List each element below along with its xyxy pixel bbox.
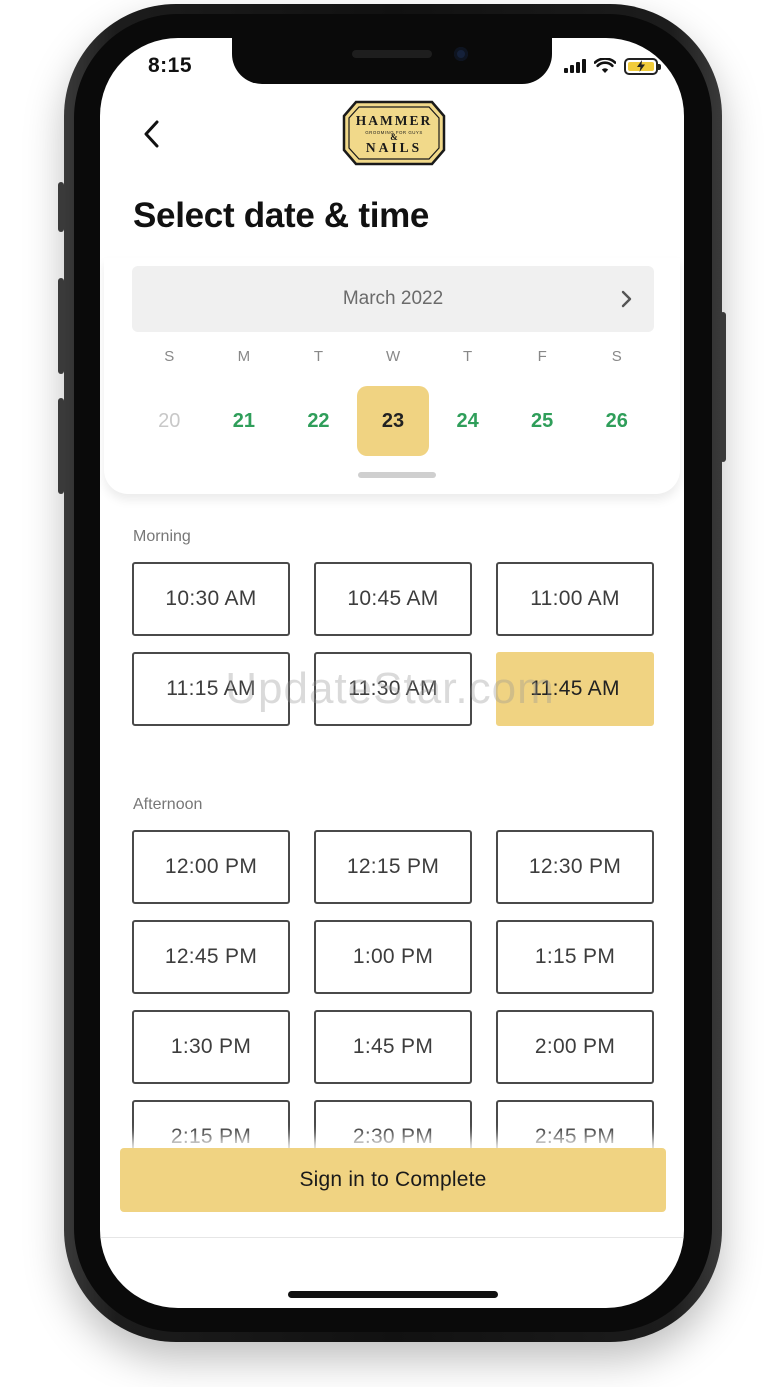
weekday-label: S [164, 348, 175, 365]
calendar-day-selected[interactable]: 23 [356, 386, 431, 456]
time-slot[interactable]: 10:45 AM [314, 562, 472, 636]
morning-section-label: Morning [133, 528, 191, 545]
time-slot[interactable]: 12:45 PM [132, 920, 290, 994]
logo-line2: NAILS [366, 140, 422, 155]
device-notch [232, 38, 552, 84]
hammer-and-nails-logo: HAMMER GROOMING FOR GUYS & NAILS [342, 100, 446, 166]
weekday-label: W [385, 348, 401, 365]
time-slot[interactable]: 12:15 PM [314, 830, 472, 904]
weekday-label: T [313, 348, 324, 365]
chevron-right-icon [621, 290, 632, 308]
calendar-day[interactable]: 22 [281, 386, 356, 456]
chevron-left-icon [144, 120, 159, 148]
mute-switch [58, 182, 64, 232]
time-slot[interactable]: 1:00 PM [314, 920, 472, 994]
weekday-label: F [537, 348, 547, 365]
time-slot[interactable]: 10:30 AM [132, 562, 290, 636]
calendar-day[interactable]: 21 [207, 386, 282, 456]
calendar-day[interactable]: 24 [430, 386, 505, 456]
bottom-divider [100, 1237, 684, 1238]
time-slot[interactable]: 1:30 PM [132, 1010, 290, 1084]
month-label: March 2022 [342, 288, 444, 309]
app-screen: 8:15 HAMMER GROOMING FOR GUYS & NAILS Se… [100, 38, 684, 1308]
month-selector: March 2022 [132, 266, 654, 332]
time-slot[interactable]: 1:15 PM [496, 920, 654, 994]
weekday-label: M [237, 348, 251, 365]
time-slot[interactable]: 12:30 PM [496, 830, 654, 904]
weekday-header: S M T W T F S [132, 348, 654, 365]
morning-time-slots: 10:30 AM 10:45 AM 11:00 AM 11:15 AM 11:3… [132, 562, 655, 726]
cellular-signal-icon [564, 59, 586, 73]
time-slot[interactable]: 11:15 AM [132, 652, 290, 726]
week-days-row: 20 21 22 23 24 25 26 [132, 386, 654, 456]
earpiece-speaker [352, 50, 432, 58]
front-camera [454, 47, 468, 61]
volume-down-button [58, 398, 64, 494]
time-slot[interactable]: 11:30 AM [314, 652, 472, 726]
back-button[interactable] [134, 116, 170, 152]
weekday-label: S [611, 348, 622, 365]
calendar-day-disabled: 20 [158, 409, 181, 432]
next-month-button[interactable] [614, 286, 638, 312]
weekday-label: T [463, 348, 473, 365]
volume-up-button [58, 278, 64, 374]
status-time: 8:15 [148, 54, 193, 77]
afternoon-time-slots: 12:00 PM 12:15 PM 12:30 PM 12:45 PM 1:00… [132, 830, 655, 1174]
afternoon-section-label: Afternoon [133, 796, 203, 813]
time-slot[interactable]: 1:45 PM [314, 1010, 472, 1084]
time-slot[interactable]: 2:00 PM [496, 1010, 654, 1084]
page-title: Select date & time [133, 196, 430, 235]
power-button [720, 312, 726, 462]
status-icons [564, 56, 661, 76]
wifi-icon [594, 58, 616, 73]
sign-in-to-complete-button[interactable]: Sign in to Complete [120, 1148, 666, 1212]
time-slot[interactable]: 12:00 PM [132, 830, 290, 904]
calendar-card: March 2022 S M T W T F S 20 21 22 23 24 … [104, 258, 680, 494]
time-slot-selected[interactable]: 11:45 AM [496, 652, 654, 726]
expand-calendar-handle[interactable] [358, 472, 436, 478]
calendar-day[interactable]: 25 [505, 386, 580, 456]
battery-charging-icon [624, 57, 661, 75]
logo-line1: HAMMER [356, 113, 433, 128]
time-slot[interactable]: 11:00 AM [496, 562, 654, 636]
home-indicator [288, 1291, 498, 1298]
calendar-day[interactable]: 26 [579, 386, 654, 456]
